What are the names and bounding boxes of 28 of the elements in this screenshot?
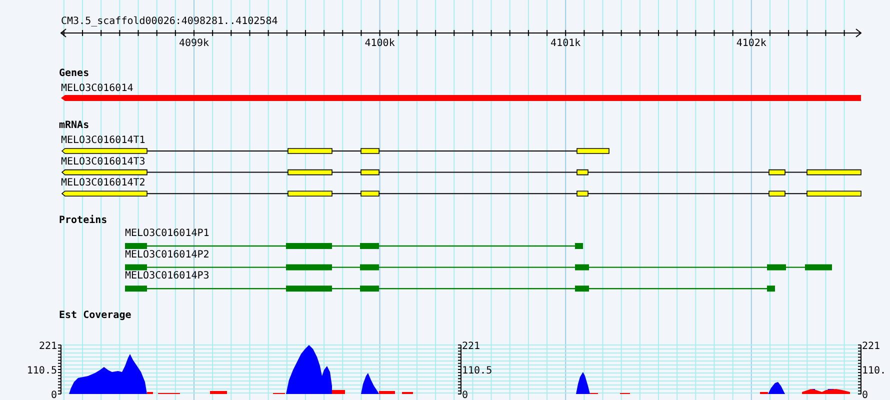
track-title: mRNAs [59,120,90,131]
scale-label: 110.5 [462,366,492,376]
ruler-label: 4101k [550,38,581,49]
feature-label: MELO3C016014T3 [61,156,146,168]
scale-axis [858,344,862,394]
feature-label: MELO3C016014P1 [125,228,210,239]
scale-label: 221 [38,341,57,352]
feature-label: MELO3C016014 [61,83,134,94]
scale-label: 110.5 [26,366,57,376]
scale-label: 0 [862,390,868,400]
feature-label: MELO3C016014T1 [61,135,146,146]
ruler-label: 4099k [178,38,210,49]
scale-label: 110. [862,366,886,376]
scale-axis [458,344,462,394]
track-title: Proteins [59,215,108,226]
region-title: CM3.5_scaffold00026:4098281..4102584 [61,16,278,27]
scale-axis [58,344,62,394]
scale-label: 221 [462,341,480,352]
scale-label: 0 [462,390,468,400]
ruler-label: 4100k [364,38,395,49]
track-title: Est Coverage [59,310,132,321]
ruler-label: 4102k [736,38,766,49]
scale-label: 221 [862,341,880,352]
track-title: Genes [59,68,90,79]
feature-label: MELO3C016014T2 [61,178,146,189]
feature-label: MELO3C016014P2 [125,249,210,260]
scale-label: 0 [50,390,57,400]
feature-label: MELO3C016014P3 [125,270,210,282]
